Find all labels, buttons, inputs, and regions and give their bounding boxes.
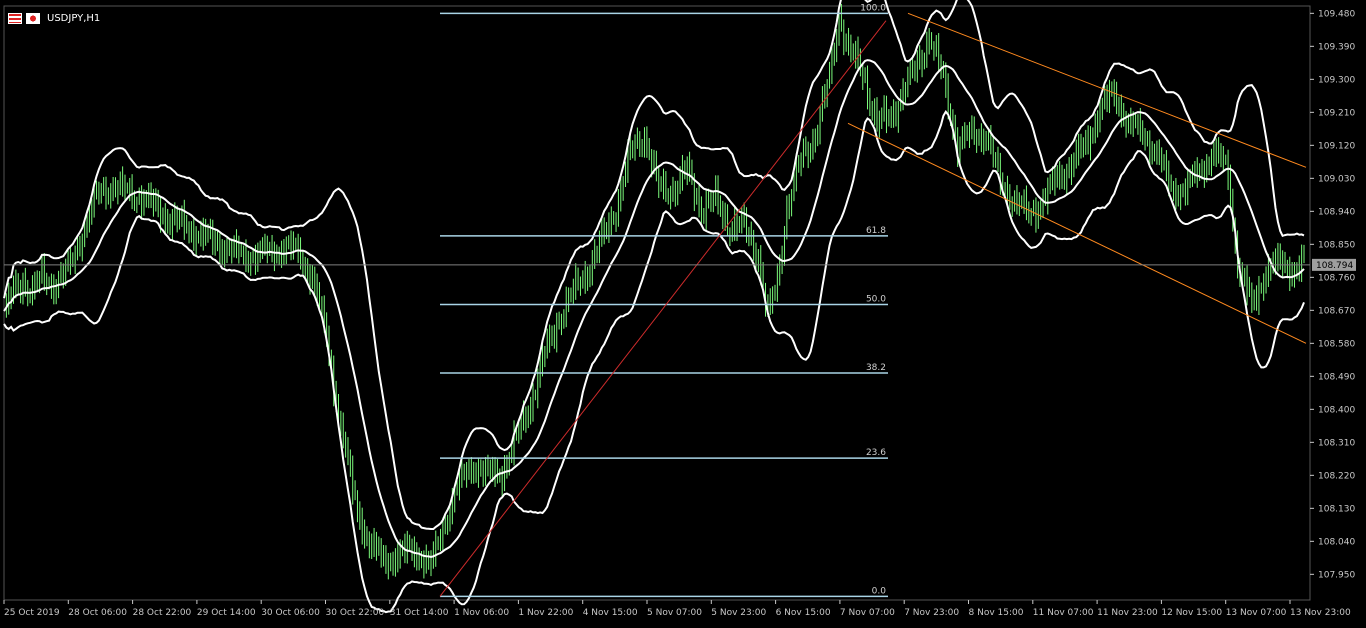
x-tick-label: 7 Nov 07:00 <box>840 608 895 618</box>
fibonacci-level-label: 0.0 <box>872 586 887 596</box>
y-tick-label: 109.480 <box>1318 9 1355 19</box>
x-tick-label: 11 Nov 07:00 <box>1033 608 1094 618</box>
fibonacci-level-label: 50.0 <box>866 294 886 304</box>
y-tick-label: 108.220 <box>1318 471 1355 481</box>
x-tick-label: 29 Oct 14:00 <box>197 608 256 618</box>
x-tick-label: 5 Nov 07:00 <box>647 608 702 618</box>
bollinger-middle-band <box>3 59 1305 559</box>
x-tick-label: 12 Nov 15:00 <box>1161 608 1222 618</box>
candlestick-chart[interactable]: 100.061.850.038.223.60.0109.480109.39010… <box>0 0 1366 624</box>
y-tick-label: 108.490 <box>1318 372 1355 382</box>
y-tick-label: 109.300 <box>1318 75 1355 85</box>
y-tick-label: 109.120 <box>1318 141 1355 151</box>
x-tick-label: 25 Oct 2019 <box>4 608 60 618</box>
fibonacci-level-label: 38.2 <box>866 363 886 373</box>
y-tick-label: 108.040 <box>1318 537 1355 547</box>
x-tick-label: 1 Nov 06:00 <box>454 608 509 618</box>
x-tick-label: 13 Nov 23:00 <box>1290 608 1351 618</box>
y-tick-label: 107.950 <box>1318 570 1355 580</box>
x-tick-label: 28 Oct 22:00 <box>133 608 192 618</box>
y-tick-label: 108.760 <box>1318 273 1355 283</box>
x-axis: 25 Oct 2019 28 Oct 06:00 28 Oct 22:00 29 Oc… <box>3 600 1351 618</box>
y-axis: 109.480 109.390 109.300 109.210 109.120 109.0… <box>1310 9 1355 580</box>
x-tick-label: 1 Nov 22:00 <box>518 608 573 618</box>
x-tick-label: 7 Nov 23:00 <box>904 608 959 618</box>
fibonacci-level-label: 23.6 <box>866 448 886 458</box>
y-tick-label: 108.850 <box>1318 240 1355 250</box>
usd-flag-icon <box>8 12 22 24</box>
x-tick-label: 30 Oct 22:00 <box>326 608 385 618</box>
chart-window[interactable]: 100.0 61.8 50.0 38.2 23.6 0.0 109.480 109.390 10… <box>0 0 1366 624</box>
x-tick-label: 4 Nov 15:00 <box>583 608 638 618</box>
candles-group <box>5 3 1305 580</box>
symbol-label: USDJPY,H1 <box>47 12 101 24</box>
fibonacci-level-label: 61.8 <box>866 226 886 236</box>
y-tick-label: 109.390 <box>1318 42 1355 52</box>
chart-title-bar: USDJPY,H1 <box>8 11 100 25</box>
y-tick-label: 108.310 <box>1318 438 1355 448</box>
x-tick-label: 11 Nov 23:00 <box>1097 608 1158 618</box>
y-tick-label: 108.580 <box>1318 339 1355 349</box>
x-tick-label: 28 Oct 06:00 <box>68 608 127 618</box>
x-tick-label: 5 Nov 23:00 <box>711 608 766 618</box>
x-tick-label: 6 Nov 15:00 <box>776 608 831 618</box>
x-tick-label: 8 Nov 15:00 <box>969 608 1024 618</box>
y-tick-label: 109.030 <box>1318 174 1355 184</box>
fibonacci-level-label: 100.0 <box>860 3 886 13</box>
x-tick-label: 30 Oct 06:00 <box>261 608 320 618</box>
channel-upper-line <box>907 12 1307 168</box>
y-tick-label: 108.940 <box>1318 207 1355 217</box>
y-tick-label: 108.130 <box>1318 504 1355 514</box>
current-price-label: 108.794 <box>1316 261 1353 271</box>
y-tick-label: 108.670 <box>1318 306 1355 316</box>
y-tick-label: 108.400 <box>1318 405 1355 415</box>
x-tick-label: 31 Oct 14:00 <box>390 608 449 618</box>
jpy-flag-icon <box>26 12 40 24</box>
x-tick-label: 13 Nov 07:00 <box>1226 608 1287 618</box>
y-tick-label: 109.210 <box>1318 108 1355 118</box>
